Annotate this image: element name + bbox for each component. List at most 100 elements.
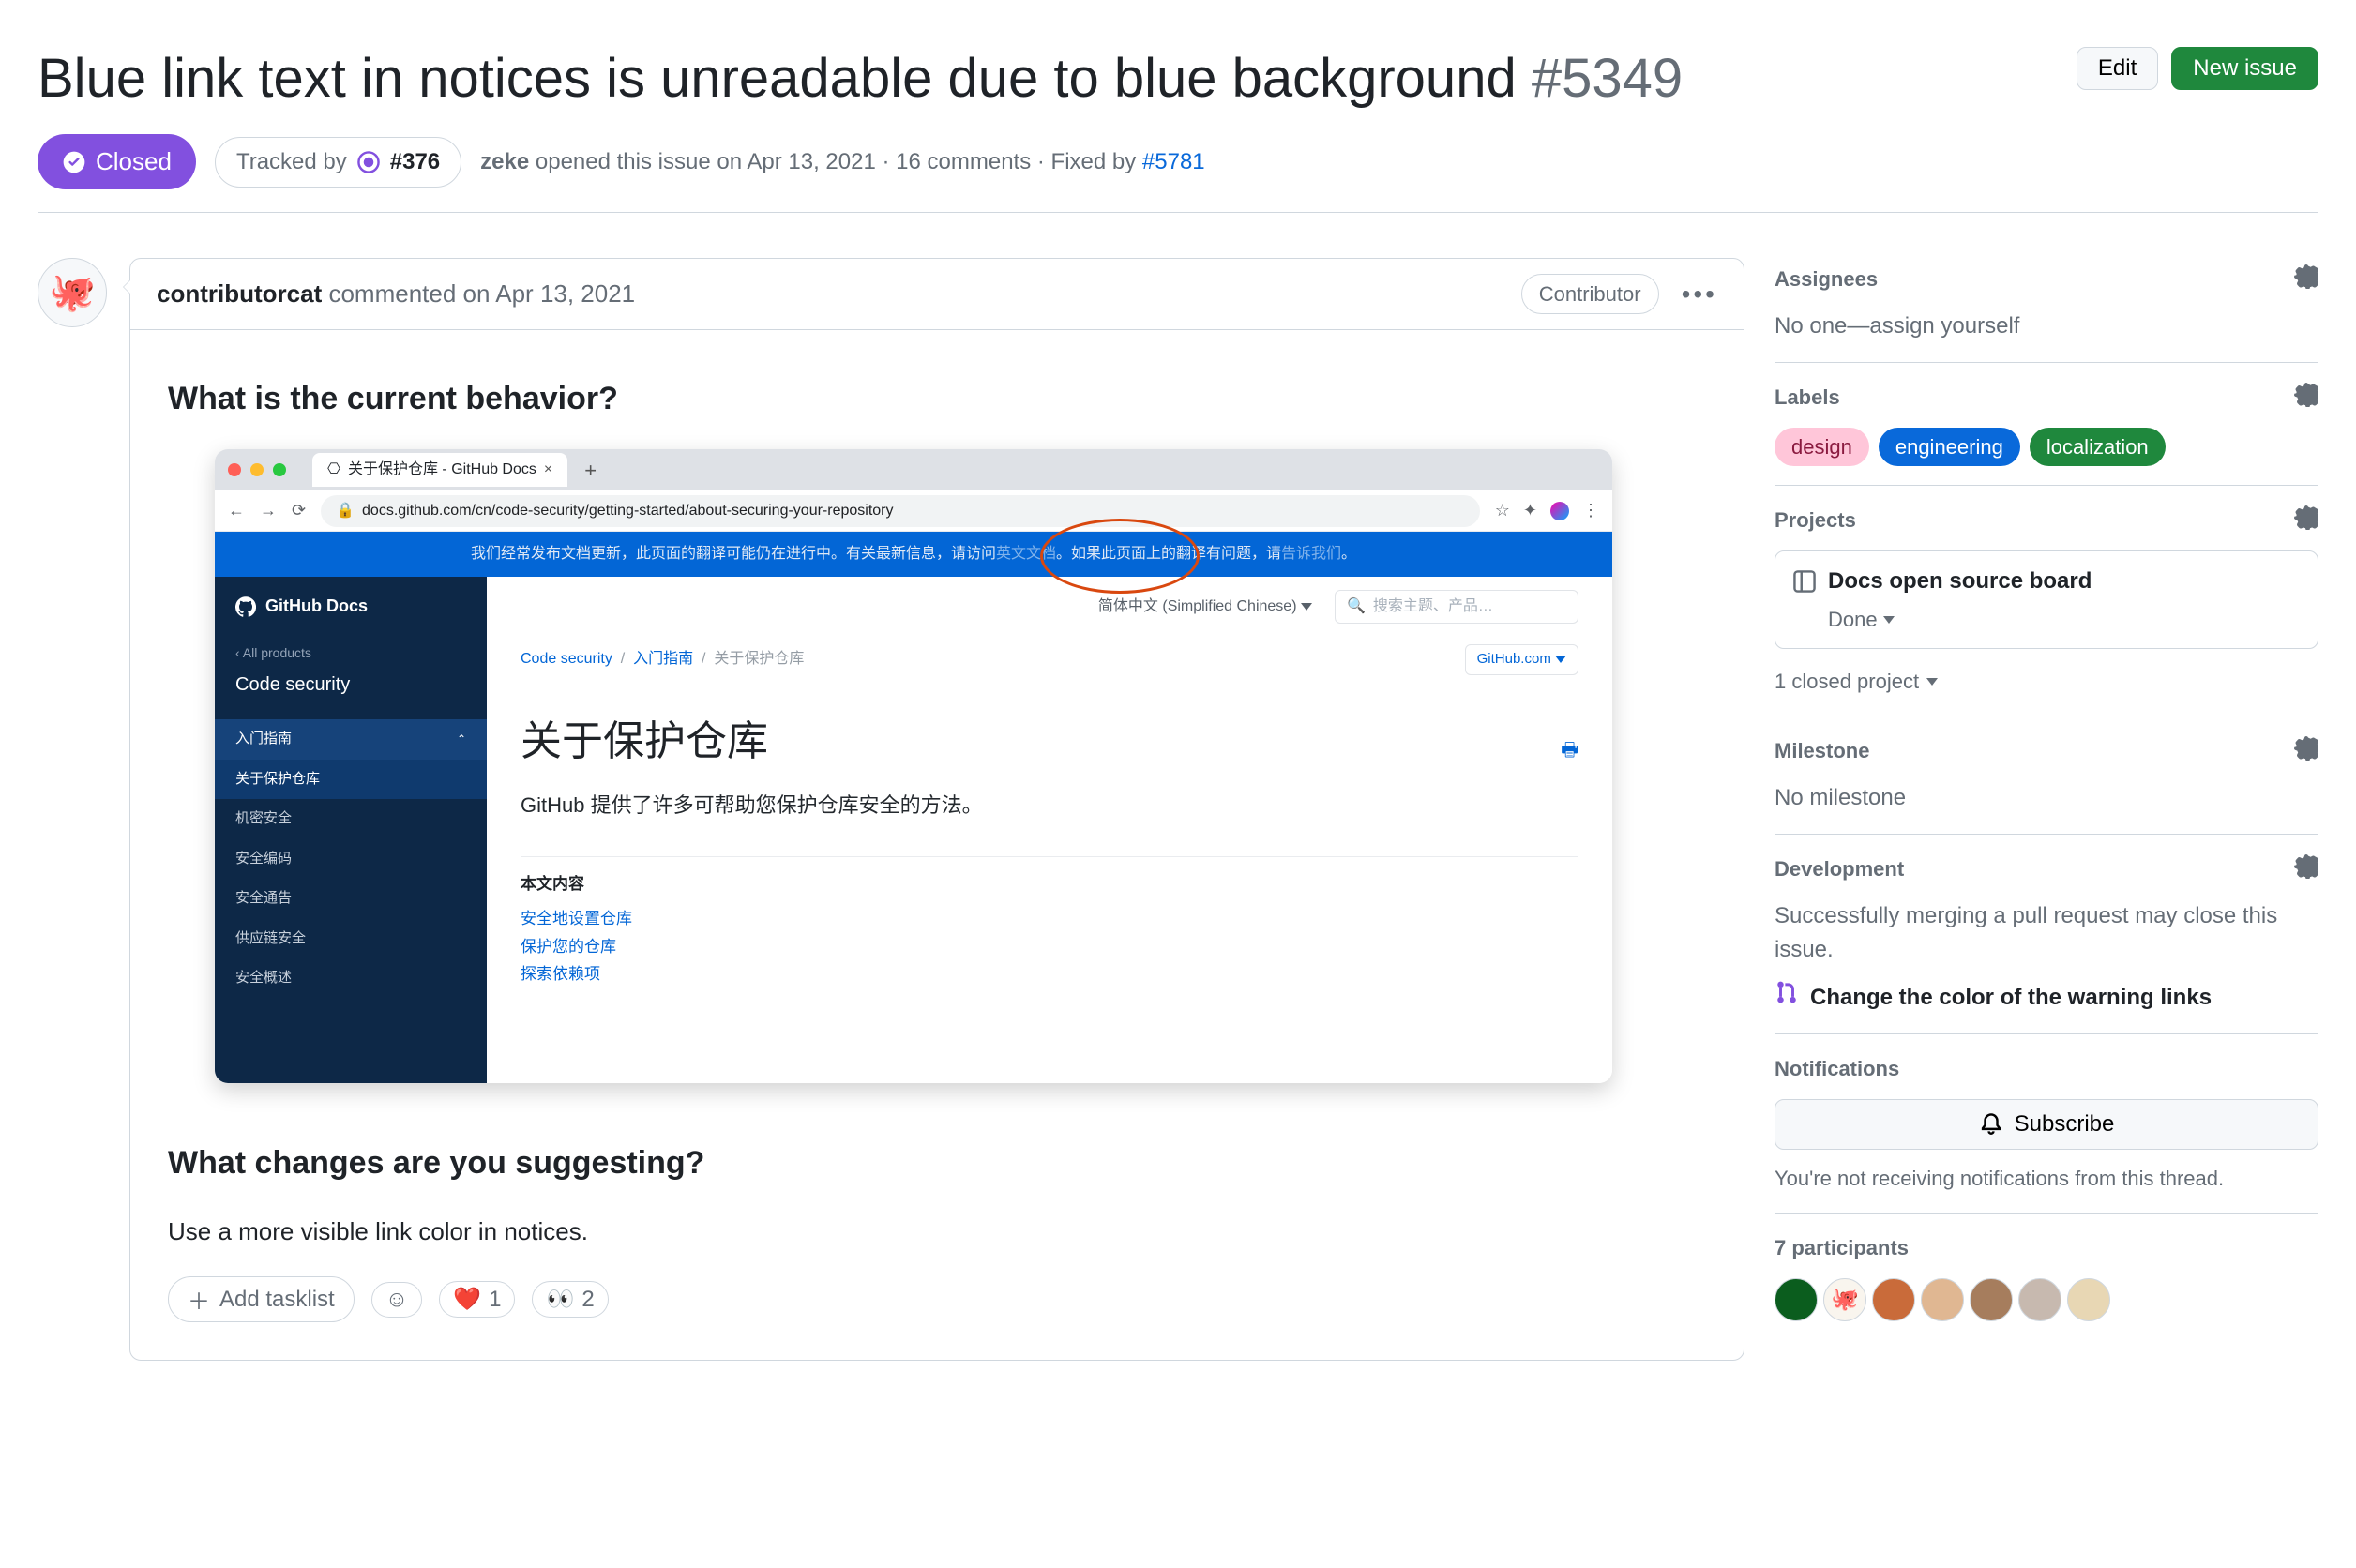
url-text: docs.github.com/cn/code-security/getting… bbox=[362, 500, 894, 522]
nav-item: 机密安全 bbox=[215, 799, 487, 839]
docs-topbar: 简体中文 (Simplified Chinese) 🔍 搜索主题、产品… bbox=[487, 577, 1612, 641]
issue-number: #5349 bbox=[1532, 48, 1683, 109]
docs-content: 关于保护仓库 🖶 GitHub 提供了许多可帮助您保护仓库安全的方法。 本文内容… bbox=[487, 683, 1612, 1017]
back-link: ‹ All products bbox=[215, 636, 487, 667]
docs-main: 简体中文 (Simplified Chinese) 🔍 搜索主题、产品… Cod… bbox=[487, 577, 1612, 1083]
comment-menu-icon[interactable]: ••• bbox=[1682, 275, 1717, 314]
milestone-body: No milestone bbox=[1775, 781, 2318, 815]
chevron-down-icon bbox=[1301, 603, 1312, 611]
chevron-up-icon: ⌃ bbox=[457, 731, 466, 747]
tracked-by-ref: #376 bbox=[390, 145, 440, 179]
tab-favicon: ⎔ bbox=[327, 459, 340, 481]
lock-icon: 🔒 bbox=[336, 500, 355, 522]
heart-icon: ❤️ bbox=[453, 1286, 481, 1313]
tracked-by-pill[interactable]: Tracked by #376 bbox=[215, 137, 461, 188]
issue-title: Blue link text in notices is unreadable … bbox=[38, 38, 1683, 119]
crumb-1: Code security bbox=[521, 651, 612, 667]
edit-button[interactable]: Edit bbox=[2077, 47, 2158, 90]
assign-self-link[interactable]: assign yourself bbox=[1869, 313, 2019, 339]
notifications-note: You're not receiving notifications from … bbox=[1775, 1163, 2318, 1194]
tab-title: 关于保护仓库 - GitHub Docs bbox=[348, 459, 536, 481]
comment-footer-row: ＋ Add tasklist ☺ ❤️ 1 👀 2 bbox=[168, 1276, 1706, 1322]
banner-text-3: 。 bbox=[1341, 546, 1356, 562]
address-bar: 🔒 docs.github.com/cn/code-security/getti… bbox=[321, 495, 1480, 527]
docs-body: GitHub Docs ‹ All products Code security… bbox=[215, 577, 1612, 1083]
sidebar: Assignees No one—assign yourself Labels … bbox=[1775, 258, 2318, 1361]
participant-avatar[interactable] bbox=[1872, 1278, 1915, 1321]
subscribe-button[interactable]: Subscribe bbox=[1775, 1099, 2318, 1150]
gear-icon[interactable] bbox=[2294, 264, 2318, 294]
add-tasklist-button[interactable]: ＋ Add tasklist bbox=[168, 1276, 355, 1322]
subscribe-label: Subscribe bbox=[2015, 1111, 2115, 1138]
browser-menu-icon: ⋮ bbox=[1582, 498, 1599, 523]
participant-avatar[interactable] bbox=[2018, 1278, 2062, 1321]
comment-verb: commented bbox=[328, 279, 456, 308]
chevron-down-icon bbox=[1555, 656, 1566, 663]
participant-avatar[interactable] bbox=[1970, 1278, 2013, 1321]
minimize-dot-icon bbox=[250, 463, 264, 476]
sidebar-nav: 入门指南⌃ 关于保护仓库 机密安全 安全编码 安全通告 供应链安全 安全概述 bbox=[215, 712, 487, 999]
embedded-screenshot[interactable]: ⎔ 关于保护仓库 - GitHub Docs × + ← → ⟳ 🔒 bbox=[215, 449, 1612, 1083]
issue-closed-icon bbox=[62, 150, 86, 174]
milestone-title: Milestone bbox=[1775, 735, 1869, 766]
merged-pr-icon bbox=[1775, 980, 1799, 1015]
new-tab-icon: + bbox=[577, 455, 604, 486]
crumb-2: 入门指南 bbox=[633, 651, 693, 667]
label-localization[interactable]: localization bbox=[2030, 428, 2166, 466]
comment-body: What is the current behavior? ⎔ 关于保护 bbox=[130, 330, 1744, 1360]
author-avatar[interactable]: 🐙 bbox=[38, 258, 107, 327]
docs-brand-text: GitHub Docs bbox=[265, 594, 368, 619]
assignees-title: Assignees bbox=[1775, 264, 1878, 294]
reaction-heart[interactable]: ❤️ 1 bbox=[439, 1281, 515, 1318]
toc-item: 保护您的仓库 bbox=[521, 933, 1578, 961]
linked-pr[interactable]: Change the color of the warning links bbox=[1775, 980, 2318, 1015]
zoom-dot-icon bbox=[273, 463, 286, 476]
issue-opened-text: opened this issue on Apr 13, 2021 · 16 c… bbox=[536, 149, 1136, 174]
toc-item: 安全地设置仓库 bbox=[521, 905, 1578, 933]
profile-avatar-icon bbox=[1550, 502, 1569, 520]
participants-section: 7 participants 🐙 bbox=[1775, 1214, 2318, 1340]
participant-avatar[interactable]: 🐙 bbox=[1823, 1278, 1866, 1321]
label-engineering[interactable]: engineering bbox=[1879, 428, 2020, 466]
docs-search: 🔍 搜索主题、产品… bbox=[1335, 590, 1578, 624]
docs-h1: 关于保护仓库 bbox=[521, 711, 768, 773]
docs-brand: GitHub Docs bbox=[215, 577, 487, 636]
gear-icon[interactable] bbox=[2294, 854, 2318, 884]
banner-text-1: 我们经常发布文档更新，此页面的翻译可能仍在进行中。有关最新信息，请访问 bbox=[471, 546, 996, 562]
fixed-by-link[interactable]: #5781 bbox=[1142, 149, 1205, 174]
plus-icon: ＋ bbox=[188, 1283, 210, 1316]
forward-icon: → bbox=[260, 498, 277, 523]
project-status-select[interactable]: Done bbox=[1828, 604, 1895, 635]
header-buttons: Edit New issue bbox=[2077, 38, 2318, 90]
add-reaction-button[interactable]: ☺ bbox=[371, 1282, 423, 1318]
comment-box: contributorcat commented on Apr 13, 2021… bbox=[129, 258, 1744, 1361]
new-issue-button[interactable]: New issue bbox=[2171, 47, 2318, 90]
project-card[interactable]: Docs open source board Done bbox=[1775, 550, 2318, 649]
notifications-title: Notifications bbox=[1775, 1053, 1899, 1084]
participant-avatar[interactable] bbox=[2067, 1278, 2110, 1321]
banner-link-2: 告诉我们 bbox=[1281, 546, 1341, 562]
gear-icon[interactable] bbox=[2294, 383, 2318, 413]
participant-avatar[interactable] bbox=[1775, 1278, 1818, 1321]
gear-icon[interactable] bbox=[2294, 736, 2318, 766]
participants-row: 🐙 bbox=[1775, 1278, 2318, 1321]
docs-sidebar: GitHub Docs ‹ All products Code security… bbox=[215, 577, 487, 1083]
nav-item: 供应链安全 bbox=[215, 919, 487, 959]
reaction-eyes[interactable]: 👀 2 bbox=[532, 1281, 608, 1318]
role-badge: Contributor bbox=[1521, 274, 1659, 314]
nav-item: 关于保护仓库 bbox=[215, 760, 487, 800]
sidebar-section-title: Code security bbox=[215, 667, 487, 712]
no-one-text: No one— bbox=[1775, 313, 1869, 339]
issue-author[interactable]: zeke bbox=[480, 149, 529, 174]
issue-title-wrap: Blue link text in notices is unreadable … bbox=[38, 38, 1683, 119]
participant-avatar[interactable] bbox=[1921, 1278, 1964, 1321]
development-title: Development bbox=[1775, 853, 1904, 884]
comment-author[interactable]: contributorcat bbox=[157, 279, 322, 308]
window-controls bbox=[228, 463, 286, 476]
closed-projects-toggle[interactable]: 1 closed project bbox=[1775, 666, 1938, 697]
label-design[interactable]: design bbox=[1775, 428, 1869, 466]
docs-intro: GitHub 提供了许多可帮助您保护仓库安全的方法。 bbox=[521, 790, 1578, 821]
comment-date[interactable]: on Apr 13, 2021 bbox=[463, 279, 636, 308]
gear-icon[interactable] bbox=[2294, 505, 2318, 535]
browser-tab: ⎔ 关于保护仓库 - GitHub Docs × bbox=[312, 453, 567, 487]
